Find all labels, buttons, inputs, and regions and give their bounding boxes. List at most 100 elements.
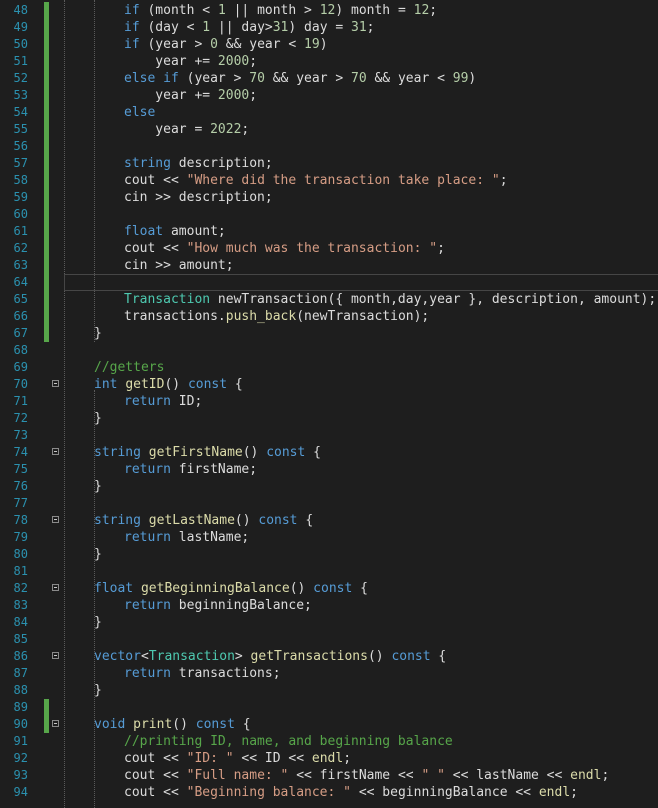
code-line[interactable]: 77: [0, 495, 658, 512]
code-line[interactable]: 87 return transactions;: [0, 665, 658, 682]
code-line[interactable]: 92 cout << "ID: " << ID << endl;: [0, 750, 658, 767]
code-line[interactable]: 48 if (month < 1 || month > 12) month = 1…: [0, 2, 658, 19]
code-token: 31: [351, 20, 367, 35]
collapse-icon[interactable]: [52, 448, 59, 455]
code-line[interactable]: 67}: [0, 325, 658, 342]
code-line[interactable]: 58 cout << "Where did the transaction tak…: [0, 172, 658, 189]
code-line[interactable]: 50 if (year > 0 && year < 19): [0, 36, 658, 53]
code-text: return lastName;: [124, 529, 249, 546]
code-token: >: [234, 649, 251, 664]
code-token: ;: [570, 785, 578, 800]
code-line[interactable]: 88}: [0, 682, 658, 699]
code-token: 1: [202, 20, 211, 35]
collapse-icon[interactable]: [52, 516, 59, 523]
line-number: 61: [13, 224, 28, 238]
code-line[interactable]: 51 year += 2000;: [0, 53, 658, 70]
code-line[interactable]: 94 cout << "Beginning balance: " << begin…: [0, 784, 658, 801]
code-token: firstName;: [170, 462, 258, 477]
code-line[interactable]: 66 transactions.push_back(newTransaction)…: [0, 308, 658, 325]
code-token: 2022: [210, 122, 242, 137]
code-line[interactable]: 74 string getFirstName() const {: [0, 444, 658, 461]
code-token: string: [94, 513, 141, 528]
line-number: 71: [13, 394, 28, 408]
code-line[interactable]: 63 cin >> amount;: [0, 257, 658, 274]
line-number: 73: [13, 428, 28, 442]
code-line[interactable]: 76}: [0, 478, 658, 495]
code-line[interactable]: 70 int getID() const {: [0, 376, 658, 393]
code-token: (year >: [139, 37, 211, 52]
line-number: 54: [13, 105, 28, 119]
code-token: cout <<: [124, 768, 187, 783]
code-line[interactable]: 53 year += 2000;: [0, 87, 658, 104]
code-line[interactable]: 86 vector<Transaction> getTransactions() …: [0, 648, 658, 665]
code-text: }: [94, 546, 102, 563]
code-token: (): [289, 581, 314, 596]
code-token: print: [133, 717, 173, 732]
code-line[interactable]: 81: [0, 563, 658, 580]
code-token: 2000: [217, 54, 250, 69]
line-number: 50: [13, 37, 28, 51]
code-line[interactable]: 90 void print() const {: [0, 716, 658, 733]
code-line[interactable]: 85: [0, 631, 658, 648]
code-line[interactable]: 62 cout << "How much was the transaction:…: [0, 240, 658, 257]
code-line[interactable]: 80}: [0, 546, 658, 563]
line-number: 64: [13, 275, 28, 289]
code-line[interactable]: 68: [0, 342, 658, 359]
code-token: (month <: [139, 3, 218, 18]
collapse-icon[interactable]: [52, 380, 59, 387]
code-text: transactions.push_back(newTransaction);: [124, 308, 429, 325]
line-number: 57: [13, 156, 28, 170]
code-line[interactable]: 75 return firstName;: [0, 461, 658, 478]
code-token: void: [94, 717, 126, 732]
code-line[interactable]: 71 return ID;: [0, 393, 658, 410]
line-number: 81: [13, 564, 28, 578]
code-line[interactable]: 56: [0, 138, 658, 155]
line-number: 52: [13, 71, 28, 85]
code-line[interactable]: 78 string getLastName() const {: [0, 512, 658, 529]
code-line[interactable]: 60: [0, 206, 658, 223]
collapse-icon[interactable]: [52, 652, 59, 659]
code-line[interactable]: 84}: [0, 614, 658, 631]
code-token: ID;: [170, 394, 203, 409]
code-token: endl: [538, 785, 571, 800]
code-line[interactable]: 91 //printing ID, name, and beginning bal…: [0, 733, 658, 750]
code-token: int: [94, 377, 118, 392]
current-line-highlight: [64, 274, 658, 291]
code-line[interactable]: 64: [0, 274, 658, 291]
line-number: 93: [13, 768, 28, 782]
code-line[interactable]: 54 else: [0, 104, 658, 121]
code-line[interactable]: 49 if (day < 1 || day>31) day = 31;: [0, 19, 658, 36]
line-number: 79: [13, 530, 28, 544]
code-line[interactable]: 61 float amount;: [0, 223, 658, 240]
code-line[interactable]: 52 else if (year > 70 && year > 70 && yea…: [0, 70, 658, 87]
code-line[interactable]: 73: [0, 427, 658, 444]
code-editor[interactable]: 48 if (month < 1 || month > 12) month = 1…: [0, 0, 658, 808]
code-line[interactable]: 69 //getters: [0, 359, 658, 376]
code-token: 19: [304, 37, 320, 52]
code-token: {: [430, 649, 447, 664]
code-line[interactable]: 55 year = 2022;: [0, 121, 658, 138]
code-token: year +=: [124, 54, 218, 69]
line-number: 90: [13, 717, 28, 731]
collapse-icon[interactable]: [52, 720, 59, 727]
code-token: cout <<: [124, 173, 187, 188]
code-line[interactable]: 65 Transaction newTransaction({ month,day…: [0, 291, 658, 308]
code-line[interactable]: 59 cin >> description;: [0, 189, 658, 206]
code-line[interactable]: 57 string description;: [0, 155, 658, 172]
collapse-icon[interactable]: [52, 584, 59, 591]
code-line[interactable]: 83 return beginningBalance;: [0, 597, 658, 614]
code-line[interactable]: 89: [0, 699, 658, 716]
code-text: year += 2000;: [124, 53, 257, 70]
line-number: 87: [13, 666, 28, 680]
code-token: const: [266, 445, 306, 460]
line-number: 69: [13, 360, 28, 374]
code-line[interactable]: 82 float getBeginningBalance() const {: [0, 580, 658, 597]
code-token: (year >: [178, 71, 250, 86]
code-token: cout <<: [124, 241, 187, 256]
code-line[interactable]: 72}: [0, 410, 658, 427]
line-number: 86: [13, 649, 28, 663]
code-line[interactable]: 93 cout << "Full name: " << firstName << …: [0, 767, 658, 784]
code-token: return: [124, 462, 171, 477]
code-line[interactable]: 79 return lastName;: [0, 529, 658, 546]
code-token: cin >> description;: [124, 190, 273, 205]
